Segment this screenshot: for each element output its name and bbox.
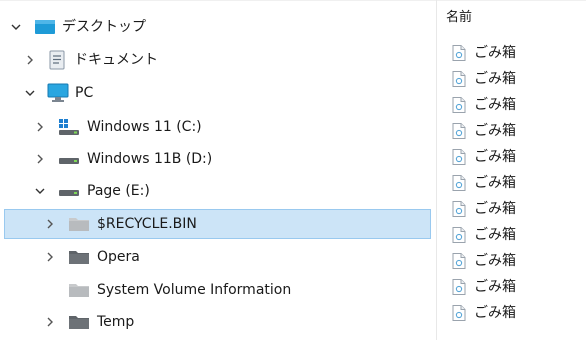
file-list-item[interactable]: ごみ箱 bbox=[452, 144, 582, 170]
file-name: ごみ箱 bbox=[474, 253, 516, 269]
recycle-bin-file-icon bbox=[452, 71, 466, 91]
tree-item-documents[interactable]: ドキュメント bbox=[0, 45, 437, 75]
documents-icon bbox=[48, 45, 66, 75]
file-list-item[interactable]: ごみ箱 bbox=[452, 274, 582, 300]
file-list-item[interactable]: ごみ箱 bbox=[452, 248, 582, 274]
tree-item-label: Opera bbox=[97, 249, 140, 265]
file-name: ごみ箱 bbox=[474, 45, 516, 61]
tree-item-recycle-bin[interactable]: $RECYCLE.BIN bbox=[0, 209, 437, 239]
name-column-header[interactable]: 名前 bbox=[446, 6, 472, 30]
folder-icon bbox=[68, 307, 90, 337]
folder-icon bbox=[68, 209, 90, 239]
drive-icon bbox=[58, 144, 80, 174]
windows-drive-icon bbox=[58, 112, 80, 142]
tree-item-label: デスクトップ bbox=[62, 19, 146, 35]
file-name: ごみ箱 bbox=[474, 227, 516, 243]
navigation-pane[interactable]: デスクトップ ドキュメント PC Windows 11 (C:) Windows… bbox=[0, 0, 437, 340]
file-name: ごみ箱 bbox=[474, 175, 516, 191]
drive-icon bbox=[58, 176, 80, 206]
chevron-down-icon[interactable] bbox=[8, 12, 24, 42]
chevron-right-icon[interactable] bbox=[32, 144, 48, 174]
file-list-item[interactable]: ごみ箱 bbox=[452, 222, 582, 248]
tree-item-label: Windows 11B (D:) bbox=[87, 151, 213, 167]
tree-item-temp[interactable]: Temp bbox=[0, 307, 437, 337]
file-list-item[interactable]: ごみ箱 bbox=[452, 170, 582, 196]
recycle-bin-file-icon bbox=[452, 45, 466, 65]
file-name: ごみ箱 bbox=[474, 123, 516, 139]
recycle-bin-file-icon bbox=[452, 97, 466, 117]
recycle-bin-file-icon bbox=[452, 149, 466, 169]
chevron-down-icon[interactable] bbox=[32, 176, 48, 206]
tree-item-label: Windows 11 (C:) bbox=[87, 119, 202, 135]
tree-item-system-volume-information[interactable]: System Volume Information bbox=[0, 275, 437, 305]
tree-item-drive-c[interactable]: Windows 11 (C:) bbox=[0, 112, 437, 142]
tree-item-label: $RECYCLE.BIN bbox=[97, 216, 197, 232]
chevron-right-icon[interactable] bbox=[32, 112, 48, 142]
file-name: ごみ箱 bbox=[474, 201, 516, 217]
recycle-bin-file-icon bbox=[452, 253, 466, 273]
tree-item-label: Page (E:) bbox=[87, 183, 150, 199]
file-list-item[interactable]: ごみ箱 bbox=[452, 300, 582, 326]
chevron-right-icon[interactable] bbox=[42, 307, 58, 337]
chevron-down-icon[interactable] bbox=[22, 78, 38, 108]
chevron-right-icon[interactable] bbox=[22, 45, 38, 75]
tree-item-drive-e[interactable]: Page (E:) bbox=[0, 176, 437, 206]
file-list-item[interactable]: ごみ箱 bbox=[452, 40, 582, 66]
file-list-item[interactable]: ごみ箱 bbox=[452, 66, 582, 92]
chevron-right-icon[interactable] bbox=[42, 209, 58, 239]
tree-item-label: System Volume Information bbox=[97, 282, 292, 298]
folder-icon bbox=[68, 242, 90, 272]
file-list-item[interactable]: ごみ箱 bbox=[452, 118, 582, 144]
tree-item-desktop[interactable]: デスクトップ bbox=[0, 12, 437, 42]
tree-item-label: ドキュメント bbox=[74, 52, 158, 68]
file-name: ごみ箱 bbox=[474, 97, 516, 113]
recycle-bin-file-icon bbox=[452, 305, 466, 325]
recycle-bin-file-icon bbox=[452, 123, 466, 143]
file-name: ごみ箱 bbox=[474, 71, 516, 87]
chevron-right-icon[interactable] bbox=[42, 242, 58, 272]
file-name: ごみ箱 bbox=[474, 149, 516, 165]
recycle-bin-file-icon bbox=[452, 279, 466, 299]
tree-item-opera[interactable]: Opera bbox=[0, 242, 437, 272]
tree-item-pc[interactable]: PC bbox=[0, 78, 437, 108]
folder-icon bbox=[68, 275, 90, 305]
file-list-item[interactable]: ごみ箱 bbox=[452, 92, 582, 118]
file-name: ごみ箱 bbox=[474, 305, 516, 321]
desktop-folder-icon bbox=[34, 12, 56, 42]
file-name: ごみ箱 bbox=[474, 279, 516, 295]
recycle-bin-file-icon bbox=[452, 227, 466, 247]
file-list-pane[interactable]: 名前 ごみ箱 ごみ箱 ごみ箱 ごみ箱 ごみ箱 ごみ箱 ごみ箱 ごみ箱 ごみ箱 ごみ箱 ごみ箱 bbox=[438, 0, 586, 340]
pc-monitor-icon bbox=[47, 78, 69, 108]
recycle-bin-file-icon bbox=[452, 201, 466, 221]
tree-item-drive-d[interactable]: Windows 11B (D:) bbox=[0, 144, 437, 174]
file-list-item[interactable]: ごみ箱 bbox=[452, 196, 582, 222]
recycle-bin-file-icon bbox=[452, 175, 466, 195]
tree-item-label: Temp bbox=[97, 314, 135, 330]
tree-item-label: PC bbox=[75, 85, 94, 101]
